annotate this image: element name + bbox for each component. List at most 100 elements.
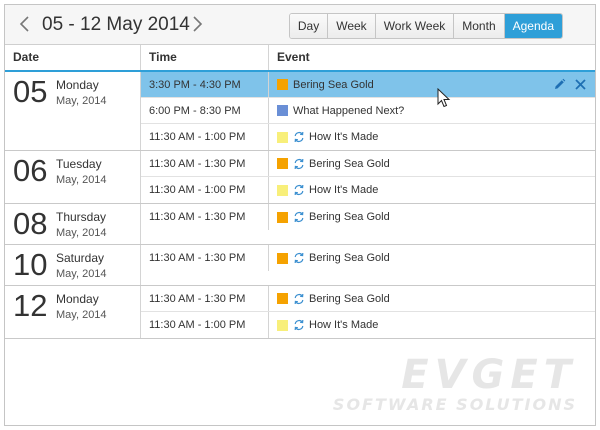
event-color-swatch bbox=[277, 105, 288, 116]
event-cell[interactable]: Bering Sea Gold bbox=[269, 286, 595, 311]
date-cell: 12 Monday May, 2014 bbox=[5, 286, 141, 338]
event-title: Bering Sea Gold bbox=[309, 211, 390, 223]
row-actions bbox=[553, 78, 587, 91]
agenda-header: Date Time Event bbox=[5, 45, 595, 72]
table-row[interactable]: 3:30 PM - 4:30 PM Bering Sea Gold bbox=[141, 72, 595, 98]
recurrence-icon bbox=[293, 184, 305, 196]
event-color-swatch bbox=[277, 319, 288, 331]
agenda-body: 05 Monday May, 2014 3:30 PM - 4:30 PM Bering… bbox=[5, 72, 595, 339]
event-time: 11:30 AM - 1:00 PM bbox=[141, 177, 269, 203]
date-cell: 06 Tuesday May, 2014 bbox=[5, 151, 141, 203]
event-cell[interactable]: How It's Made bbox=[269, 177, 595, 203]
event-title: How It's Made bbox=[309, 319, 379, 331]
column-header-date: Date bbox=[5, 45, 141, 70]
table-row[interactable]: 11:30 AM - 1:30 PM Bering Sea Gold bbox=[141, 151, 595, 177]
event-title: What Happened Next? bbox=[293, 104, 405, 117]
event-time: 11:30 AM - 1:00 PM bbox=[141, 312, 269, 338]
day-name: Saturday bbox=[56, 251, 105, 265]
day-name: Monday bbox=[56, 78, 99, 92]
recurrence-icon bbox=[293, 252, 305, 264]
event-time: 3:30 PM - 4:30 PM bbox=[141, 72, 269, 97]
event-title: Bering Sea Gold bbox=[309, 292, 390, 305]
day-number: 05 bbox=[13, 74, 48, 109]
event-cell[interactable]: Bering Sea Gold bbox=[269, 72, 595, 97]
table-row[interactable]: 11:30 AM - 1:30 PM Bering Sea Gold bbox=[141, 286, 595, 312]
recurrence-icon bbox=[293, 211, 305, 223]
recurrence-icon bbox=[293, 293, 305, 305]
event-color-swatch bbox=[277, 184, 288, 196]
event-time: 11:30 AM - 1:30 PM bbox=[141, 204, 269, 230]
agenda-grid: Date Time Event 05 Monday May, 2014 3:30 PM… bbox=[5, 45, 595, 339]
close-icon[interactable] bbox=[574, 78, 587, 91]
table-row[interactable]: 11:30 AM - 1:30 PM Bering Sea Gold bbox=[141, 245, 595, 271]
day-month: May, 2014 bbox=[56, 309, 107, 321]
view-switcher: Day Week Work Week Month Agenda bbox=[288, 13, 563, 39]
event-time: 11:30 AM - 1:30 PM bbox=[141, 286, 269, 311]
chevron-left-icon[interactable] bbox=[15, 13, 35, 35]
view-button-agenda[interactable]: Agenda bbox=[504, 14, 562, 38]
event-cell[interactable]: How It's Made bbox=[269, 312, 595, 338]
day-number: 12 bbox=[13, 288, 48, 323]
event-cell[interactable]: How It's Made bbox=[269, 124, 595, 150]
column-header-time: Time bbox=[141, 45, 269, 70]
day-month: May, 2014 bbox=[56, 268, 107, 280]
date-cell: 05 Monday May, 2014 bbox=[5, 72, 141, 150]
event-color-swatch bbox=[277, 211, 288, 223]
day-number: 10 bbox=[13, 247, 48, 282]
event-color-swatch bbox=[277, 158, 288, 169]
event-color-swatch bbox=[277, 131, 288, 143]
day-month: May, 2014 bbox=[56, 95, 107, 107]
table-row[interactable]: 11:30 AM - 1:30 PM Bering Sea Gold bbox=[141, 204, 595, 230]
recurrence-icon bbox=[293, 319, 305, 331]
recurrence-icon bbox=[293, 158, 305, 170]
event-color-swatch bbox=[277, 252, 288, 264]
table-row[interactable]: 11:30 AM - 1:00 PM How It's Made bbox=[141, 124, 595, 150]
watermark-sub: SOFTWARE SOLUTIONS bbox=[332, 395, 577, 414]
watermark-main: EVGET bbox=[401, 352, 577, 398]
event-cell[interactable]: Bering Sea Gold bbox=[269, 245, 595, 271]
event-color-swatch bbox=[277, 293, 288, 304]
event-title: Bering Sea Gold bbox=[293, 78, 374, 91]
day-group: 08 Thursday May, 2014 11:30 AM - 1:30 PM Ber… bbox=[5, 204, 595, 245]
table-row[interactable]: 6:00 PM - 8:30 PM What Happened Next? bbox=[141, 98, 595, 124]
day-group: 10 Saturday May, 2014 11:30 AM - 1:30 PM Ber… bbox=[5, 245, 595, 286]
day-group: 05 Monday May, 2014 3:30 PM - 4:30 PM Bering… bbox=[5, 72, 595, 151]
chevron-right-icon[interactable] bbox=[187, 13, 207, 35]
day-group: 12 Monday May, 2014 11:30 AM - 1:30 PM Berin… bbox=[5, 286, 595, 339]
scheduler-toolbar: 05 - 12 May 2014 Day Week Work Week Month Ag… bbox=[5, 5, 595, 45]
view-button-month[interactable]: Month bbox=[454, 14, 505, 38]
event-time: 6:00 PM - 8:30 PM bbox=[141, 98, 269, 123]
column-header-event: Event bbox=[277, 50, 310, 64]
watermark: EVGET SOFTWARE SOLUTIONS bbox=[333, 355, 577, 415]
event-time: 11:30 AM - 1:30 PM bbox=[141, 151, 269, 176]
recurrence-icon bbox=[293, 131, 305, 143]
day-number: 06 bbox=[13, 153, 48, 188]
event-color-swatch bbox=[277, 79, 288, 90]
date-range-title: 05 - 12 May 2014 bbox=[42, 14, 190, 35]
view-button-work-week[interactable]: Work Week bbox=[375, 14, 455, 38]
table-row[interactable]: 11:30 AM - 1:00 PM How It's Made bbox=[141, 177, 595, 203]
table-row[interactable]: 11:30 AM - 1:00 PM How It's Made bbox=[141, 312, 595, 338]
event-time: 11:30 AM - 1:30 PM bbox=[141, 245, 269, 271]
scheduler: 05 - 12 May 2014 Day Week Work Week Month Ag… bbox=[4, 4, 596, 426]
event-time: 11:30 AM - 1:00 PM bbox=[141, 124, 269, 150]
day-number: 08 bbox=[13, 206, 48, 241]
day-name: Monday bbox=[56, 292, 99, 306]
event-title: How It's Made bbox=[309, 131, 379, 143]
date-cell: 08 Thursday May, 2014 bbox=[5, 204, 141, 244]
event-cell[interactable]: What Happened Next? bbox=[269, 98, 595, 123]
event-title: Bering Sea Gold bbox=[309, 252, 390, 264]
event-cell[interactable]: Bering Sea Gold bbox=[269, 204, 595, 230]
event-cell[interactable]: Bering Sea Gold bbox=[269, 151, 595, 176]
view-button-week[interactable]: Week bbox=[328, 14, 376, 38]
event-title: Bering Sea Gold bbox=[309, 157, 390, 170]
date-cell: 10 Saturday May, 2014 bbox=[5, 245, 141, 285]
event-title: How It's Made bbox=[309, 184, 379, 196]
day-month: May, 2014 bbox=[56, 174, 107, 186]
day-month: May, 2014 bbox=[56, 227, 107, 239]
day-group: 06 Tuesday May, 2014 11:30 AM - 1:30 PM Beri… bbox=[5, 151, 595, 204]
view-button-day[interactable]: Day bbox=[289, 14, 329, 38]
day-name: Tuesday bbox=[56, 157, 102, 171]
day-name: Thursday bbox=[56, 210, 107, 224]
pencil-icon[interactable] bbox=[553, 78, 566, 91]
